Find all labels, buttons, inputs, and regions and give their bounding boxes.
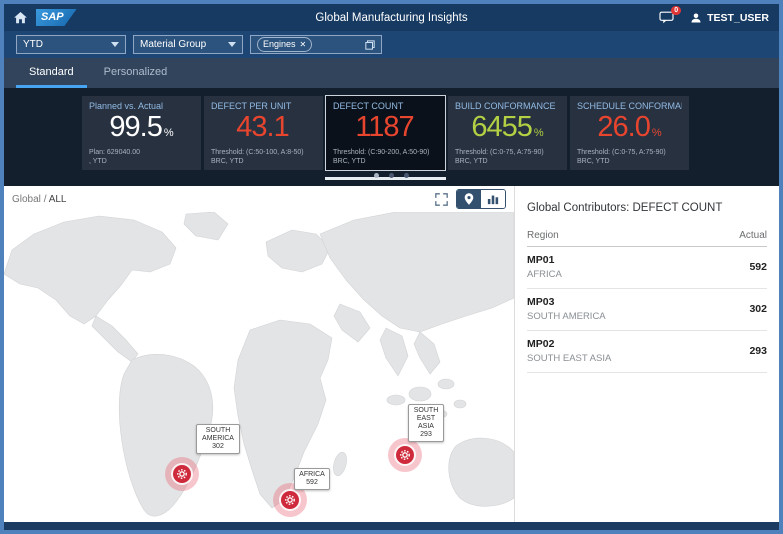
view-tabs: Standard Personalized (4, 58, 779, 88)
defect-marker-icon (284, 494, 296, 506)
world-map-landmass (4, 212, 514, 522)
tab-personalized[interactable]: Personalized (91, 58, 181, 88)
breadcrumb-current: ALL (49, 194, 67, 205)
kpi-footnote: Plan: 629040.00, YTD (89, 148, 197, 166)
row-code: MP02 (527, 338, 611, 350)
defect-marker-icon (176, 468, 188, 480)
defect-marker-icon (399, 449, 411, 461)
carousel-dot[interactable] (404, 173, 409, 178)
kpi-title: DEFECT COUNT (333, 101, 438, 111)
view-switcher (456, 189, 506, 209)
sap-logo: SAP (36, 9, 77, 26)
tab-standard[interactable]: Standard (16, 58, 87, 88)
home-icon[interactable] (14, 12, 27, 24)
engines-token-label: Engines (263, 38, 296, 51)
dropdown-chevron-icon (111, 42, 119, 47)
kpi-tile-defect-per-unit[interactable]: DEFECT PER UNIT 43.1 Threshold: (C:50-10… (204, 96, 323, 170)
chart-view-icon (487, 193, 499, 205)
kpi-footnote: Threshold: (C:90-200, A:50-90)BRC, YTD (333, 148, 441, 166)
dropdown-chevron-icon (228, 42, 236, 47)
map-view-icon (464, 193, 474, 205)
carousel-dots (4, 165, 779, 183)
engines-token: Engines ✕ (257, 37, 312, 52)
period-select[interactable]: YTD (16, 35, 126, 54)
bottom-bar (4, 522, 779, 530)
breadcrumb: Global / ALL (12, 194, 427, 205)
row-region: AFRICA (527, 269, 562, 280)
value-help-icon[interactable] (365, 40, 375, 50)
material-group-select-value: Material Group (140, 39, 206, 50)
map-marker-south-east-asia[interactable] (388, 438, 422, 472)
period-select-value: YTD (23, 39, 43, 50)
fullscreen-icon[interactable] (435, 193, 448, 206)
row-code: MP01 (527, 254, 562, 266)
kpi-value: 43.1 (211, 112, 316, 149)
row-region: SOUTH AMERICA (527, 311, 606, 322)
notification-badge: 0 (671, 6, 681, 15)
kpi-footnote: Threshold: (C:0-75, A:75-90)BRC, YTD (577, 148, 685, 166)
breadcrumb-root[interactable]: Global (12, 194, 41, 205)
kpi-tile-schedule-conformance[interactable]: SCHEDULE CONFORMANCE 26.0% Threshold: (C… (570, 96, 689, 170)
kpi-title: SCHEDULE CONFORMANCE (577, 101, 682, 111)
carousel-dot[interactable] (374, 173, 379, 178)
user-name: TEST_USER (707, 12, 769, 24)
contributors-panel: Global Contributors: DEFECT COUNT Region… (515, 186, 779, 522)
map-marker-south-america[interactable] (165, 457, 199, 491)
kpi-tile-build-conformance[interactable]: BUILD CONFORMANCE 6455% Threshold: (C:0-… (448, 96, 567, 170)
kpi-tile-planned-vs-actual[interactable]: Planned vs. Actual 99.5% Plan: 629040.00… (82, 96, 201, 170)
shell-header: SAP Global Manufacturing Insights 0 TEST… (4, 4, 779, 31)
row-actual: 302 (749, 303, 767, 315)
row-actual: 592 (749, 261, 767, 273)
map-view-button[interactable] (457, 190, 481, 208)
remove-token-icon[interactable]: ✕ (300, 38, 307, 51)
page-title: Global Manufacturing Insights (315, 12, 467, 24)
row-code: MP03 (527, 296, 606, 308)
map-label-south-america: SOUTH AMERICA 302 (196, 424, 240, 454)
column-actual: Actual (739, 230, 767, 241)
world-map[interactable]: SOUTH AMERICA 302 AFRICA 592 SOUTH EAST … (4, 212, 514, 522)
table-row[interactable]: MP02 SOUTH EAST ASIA 293 (527, 331, 767, 373)
kpi-footnote: Threshold: (C:0-75, A:75-90)BRC, YTD (455, 148, 563, 166)
kpi-footnote: Threshold: (C:50-100, A:8-50)BRC, YTD (211, 148, 319, 166)
table-row[interactable]: MP01 AFRICA 592 (527, 247, 767, 289)
kpi-value: 6455% (455, 112, 560, 149)
contributors-table-header: Region Actual (527, 230, 767, 247)
row-actual: 293 (749, 345, 767, 357)
breadcrumb-separator: / (44, 194, 47, 205)
material-group-select[interactable]: Material Group (133, 35, 243, 54)
map-label-africa: AFRICA 592 (294, 468, 330, 490)
kpi-carousel: Planned vs. Actual 99.5% Plan: 629040.00… (4, 88, 779, 186)
engines-token-field[interactable]: Engines ✕ (250, 35, 382, 54)
map-pane: Global / ALL (4, 186, 515, 522)
kpi-title: DEFECT PER UNIT (211, 101, 316, 111)
user-icon (690, 12, 702, 24)
carousel-dot[interactable] (389, 173, 394, 178)
app-window: SAP Global Manufacturing Insights 0 TEST… (0, 0, 783, 534)
notifications-icon[interactable]: 0 (659, 11, 674, 24)
map-label-south-east-asia: SOUTH EAST ASIA 293 (408, 404, 444, 442)
chart-view-button[interactable] (481, 190, 505, 208)
main-content: Global / ALL (4, 186, 779, 522)
kpi-title: Planned vs. Actual (89, 101, 194, 111)
kpi-value: 99.5% (89, 112, 194, 149)
table-row[interactable]: MP03 SOUTH AMERICA 302 (527, 289, 767, 331)
kpi-value: 1187 (333, 112, 438, 149)
kpi-tile-defect-count[interactable]: DEFECT COUNT 1187 Threshold: (C:90-200, … (326, 96, 445, 170)
user-menu[interactable]: TEST_USER (690, 12, 769, 24)
row-region: SOUTH EAST ASIA (527, 353, 611, 364)
filter-bar: YTD Material Group Engines ✕ (4, 31, 779, 58)
contributors-panel-title: Global Contributors: DEFECT COUNT (527, 202, 767, 214)
kpi-title: BUILD CONFORMANCE (455, 101, 560, 111)
map-toolbar: Global / ALL (4, 186, 514, 212)
column-region: Region (527, 230, 559, 241)
kpi-value: 26.0% (577, 112, 682, 149)
